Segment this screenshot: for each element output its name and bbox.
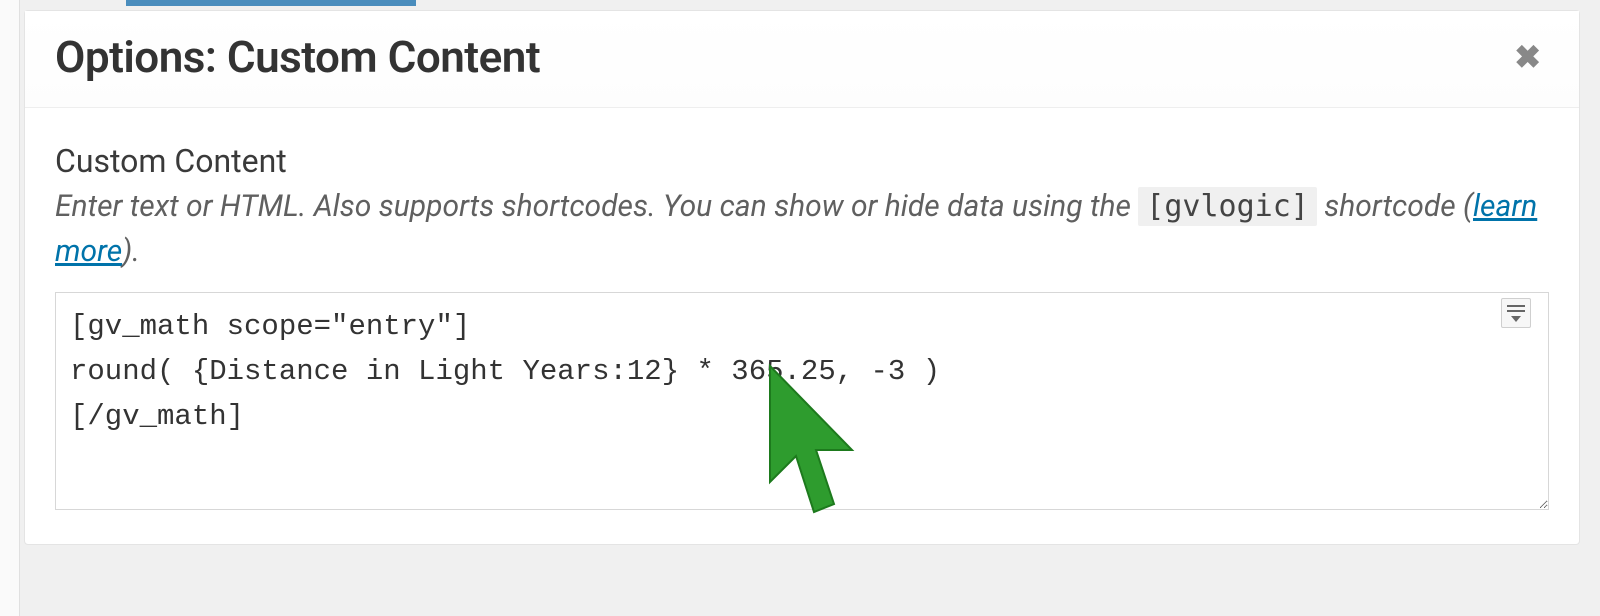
help-text-mid: shortcode (: [1324, 189, 1473, 224]
custom-content-textarea[interactable]: [55, 292, 1549, 510]
editor-toggle-bar-icon: [1507, 310, 1525, 312]
help-text-before: Enter text or HTML. Also supports shortc…: [55, 189, 1138, 224]
options-dialog: Options: Custom Content ✖ Custom Content…: [24, 10, 1580, 545]
field-label: Custom Content: [55, 142, 1549, 180]
field-help-text: Enter text or HTML. Also supports shortc…: [55, 184, 1549, 274]
background-tab-accent: [126, 0, 416, 6]
close-icon[interactable]: ✖: [1506, 37, 1549, 77]
background-sidebar-sliver: [0, 0, 20, 616]
editor-toggle-bar-icon: [1507, 305, 1525, 307]
help-text-after: ).: [122, 234, 140, 269]
dialog-title: Options: Custom Content: [55, 31, 540, 83]
gvlogic-code-chip: [gvlogic]: [1138, 187, 1317, 226]
dialog-header: Options: Custom Content ✖: [25, 11, 1579, 108]
dialog-body: Custom Content Enter text or HTML. Also …: [25, 108, 1579, 544]
chevron-down-icon: [1511, 316, 1521, 322]
textarea-wrap: [55, 292, 1549, 514]
editor-toggle-button[interactable]: [1501, 298, 1531, 328]
